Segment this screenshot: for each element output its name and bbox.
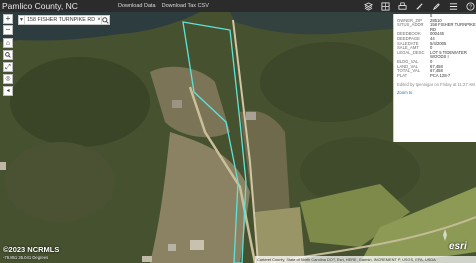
basemap-icon[interactable] bbox=[379, 0, 391, 12]
toolbar: ? bbox=[357, 0, 476, 12]
my-location-button[interactable]: ◎ bbox=[3, 74, 13, 84]
search-icon bbox=[102, 16, 109, 24]
draw-icon[interactable] bbox=[430, 0, 442, 12]
map-attribution: Carteret County, State of North Carolina… bbox=[255, 256, 476, 263]
measure-icon[interactable] bbox=[413, 0, 425, 12]
search-map-button[interactable] bbox=[3, 50, 13, 60]
edited-note: Edited by tpennigar on Friday at 11:27 A… bbox=[397, 82, 475, 88]
popup-field-value: PCA 128-7 bbox=[430, 72, 451, 78]
esri-logo: esri bbox=[449, 241, 467, 252]
app-title: Pamlico County, NC bbox=[2, 1, 78, 11]
popup-field-value: LOT 5 TIDEWATER WOODS I bbox=[430, 49, 467, 60]
zoom-in-button[interactable]: + bbox=[3, 14, 13, 24]
popup-row: PLAT PCA 128-7 bbox=[394, 72, 476, 79]
zoom-to-link[interactable]: Zoom to bbox=[394, 90, 476, 95]
parcel-info-popup: 5 OWNER_ZIP 28510 SITUS_ADDR 158 FISHER TURN… bbox=[393, 14, 476, 142]
help-icon[interactable]: ? bbox=[464, 0, 476, 12]
download-tax-csv-link[interactable]: Download Tax CSV bbox=[162, 3, 209, 9]
download-data-link[interactable]: Download Data bbox=[118, 3, 156, 9]
compass-icon bbox=[443, 229, 447, 241]
popup-field-name: PLAT bbox=[397, 72, 408, 78]
coordinate-readout: -76.851 35.041 Degrees bbox=[3, 255, 49, 260]
zoom-out-button[interactable]: − bbox=[3, 25, 13, 35]
list-icon[interactable] bbox=[447, 0, 459, 12]
magnifier-icon bbox=[5, 52, 11, 58]
layers-icon[interactable] bbox=[362, 0, 374, 12]
home-button[interactable]: ⌂ bbox=[3, 38, 13, 48]
full-extent-button[interactable]: ⤢ bbox=[3, 62, 13, 72]
ncrmls-logo: ©2023 NCRMLS bbox=[3, 245, 60, 254]
previous-extent-button[interactable]: ◂ bbox=[3, 86, 13, 96]
search-input[interactable] bbox=[24, 16, 97, 24]
svg-text:?: ? bbox=[469, 4, 472, 10]
search-button[interactable] bbox=[101, 16, 109, 24]
print-icon[interactable] bbox=[396, 0, 408, 12]
app-header: Pamlico County, NC Download Data Downloa… bbox=[0, 0, 476, 12]
address-search: ▼ × bbox=[18, 15, 110, 25]
